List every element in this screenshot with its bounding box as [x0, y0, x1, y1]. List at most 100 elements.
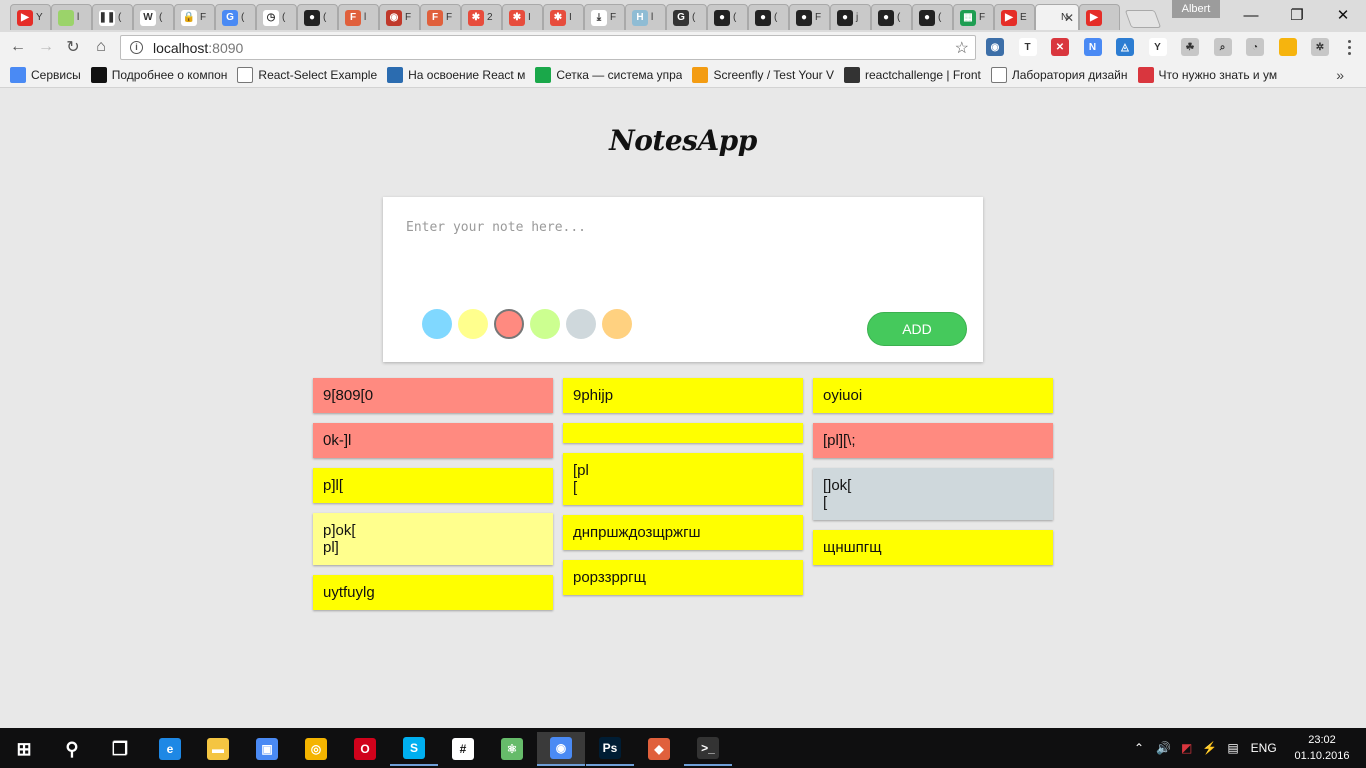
taskbar-app[interactable]: ⊞	[0, 732, 48, 766]
browser-tab[interactable]: FF	[420, 4, 461, 30]
bookmark-item[interactable]: Screenfly / Test Your V	[692, 65, 834, 85]
network-icon[interactable]: ⚡	[1202, 741, 1217, 755]
taskbar-app[interactable]: >_	[684, 732, 732, 766]
note-card[interactable]: рорззрргщ	[563, 560, 803, 595]
taskbar-app[interactable]: ⚲	[48, 732, 96, 766]
bookmark-item[interactable]: reactchallenge | Front	[844, 65, 981, 85]
browser-tab[interactable]: Hl	[625, 4, 666, 30]
browser-tab[interactable]: ❚❚(	[92, 4, 133, 30]
browser-tab[interactable]: ✱ I	[543, 4, 584, 30]
vpn-icon[interactable]: ◬	[1116, 38, 1134, 56]
back-icon[interactable]: ←	[7, 36, 29, 58]
close-window-button[interactable]: ✕	[1320, 0, 1366, 30]
taskbar-app[interactable]: e	[146, 732, 194, 766]
note-card[interactable]: oyiuoi	[813, 378, 1053, 413]
note-card[interactable]: 9[809[0	[313, 378, 553, 413]
browser-tab[interactable]: ●(	[748, 4, 789, 30]
taskbar-app[interactable]: ❐	[96, 732, 144, 766]
browser-menu-icon[interactable]	[1340, 38, 1358, 56]
bookmark-item[interactable]: Лаборатория дизайн	[990, 65, 1128, 85]
browser-tab[interactable]: ⤓ F	[584, 4, 625, 30]
bookmark-item[interactable]: Подробнее о компон	[90, 65, 227, 85]
browser-tab[interactable]: ▶	[1079, 4, 1120, 30]
browser-tab[interactable]: Fl	[338, 4, 379, 30]
taskbar-app[interactable]: ▣	[243, 732, 291, 766]
browser-tab[interactable]: G(	[666, 4, 707, 30]
t-icon[interactable]: T	[1018, 38, 1037, 56]
browser-tab[interactable]: G(	[215, 4, 256, 30]
browser-tab[interactable]: W(	[133, 4, 174, 30]
browser-tab[interactable]: ✱ 2	[461, 4, 502, 30]
volume-icon[interactable]: 🔊	[1156, 741, 1171, 755]
antivirus-icon[interactable]: ◩	[1181, 741, 1192, 755]
bookmark-item[interactable]: Сетка — система упра	[535, 65, 682, 85]
browser-tab[interactable]: ▦ F	[953, 4, 994, 30]
note-card[interactable]: [pl [	[563, 453, 803, 505]
address-bar[interactable]: i localhost:8090 ☆	[120, 35, 976, 60]
new-ext-icon[interactable]: N	[1083, 38, 1102, 56]
more-bookmarks-icon[interactable]: »	[1336, 67, 1344, 83]
note-card[interactable]: 9phijp	[563, 378, 803, 413]
reload-icon[interactable]: ↻	[62, 36, 84, 58]
adblock-icon[interactable]: ✕	[1051, 38, 1069, 56]
note-card[interactable]: uytfuylg	[313, 575, 553, 610]
taskbar-app[interactable]: Ps	[586, 732, 634, 766]
color-swatch[interactable]	[458, 309, 488, 339]
taskbar-app[interactable]: ⚛	[488, 732, 536, 766]
y-icon[interactable]: Y	[1148, 38, 1167, 56]
bookmark-star-icon[interactable]: ☆	[955, 38, 969, 58]
color-swatch[interactable]	[422, 309, 452, 339]
url-text[interactable]: localhost:8090	[153, 40, 243, 56]
gear-ext-icon[interactable]: ✲	[1311, 38, 1329, 56]
close-tab-icon[interactable]: ✕	[1064, 11, 1074, 25]
bookmark-item[interactable]: На освоение React м	[387, 65, 525, 85]
browser-tab[interactable]: ● j	[830, 4, 871, 30]
bookmark-item[interactable]: React-Select Example	[237, 65, 377, 85]
note-card[interactable]	[563, 423, 803, 443]
minimize-button[interactable]: —	[1228, 0, 1274, 30]
browser-tab[interactable]: ▶ E	[994, 4, 1035, 30]
browser-tab[interactable]: N ✕	[1035, 4, 1079, 30]
taskbar-app[interactable]: O	[341, 732, 389, 766]
globe-icon[interactable]: ◉	[986, 38, 1004, 56]
tray-overflow-icon[interactable]: ⌃	[1134, 741, 1144, 755]
clock[interactable]: 23:02 01.10.2016	[1292, 732, 1352, 764]
note-card[interactable]: 0k-]l	[313, 423, 553, 458]
taskbar-app[interactable]: ◎	[292, 732, 340, 766]
notifications-icon[interactable]: ▤	[1227, 741, 1238, 755]
browser-tab[interactable]: ●(	[912, 4, 953, 30]
zoom-icon[interactable]: ⌕	[1213, 38, 1232, 56]
color-swatch[interactable]	[530, 309, 560, 339]
forward-icon[interactable]: →	[35, 36, 57, 58]
info-icon[interactable]: i	[130, 41, 143, 54]
bookmark-item[interactable]: Сервисы	[10, 65, 81, 85]
color-swatch[interactable]	[566, 309, 596, 339]
browser-tab[interactable]: ▶ Y	[10, 4, 51, 30]
browser-tab[interactable]: ◷(	[256, 4, 297, 30]
color-swatch[interactable]	[602, 309, 632, 339]
speed-icon[interactable]: ◔	[1246, 38, 1264, 56]
browser-tab[interactable]: ✱ I	[502, 4, 543, 30]
browser-tab[interactable]: ● F	[789, 4, 830, 30]
home-icon[interactable]: ⌂	[90, 36, 112, 58]
taskbar-app[interactable]: ◉	[537, 732, 585, 766]
profile-button[interactable]: Albert	[1172, 0, 1220, 18]
browser-tab[interactable]: ●(	[871, 4, 912, 30]
taskbar-app[interactable]: #	[439, 732, 487, 766]
bookmark-item[interactable]: Что нужно знать и ум	[1137, 65, 1277, 85]
browser-tab[interactable]: ●(	[707, 4, 748, 30]
add-button[interactable]: ADD	[867, 312, 967, 346]
flag-icon[interactable]	[1278, 38, 1297, 56]
browser-tab[interactable]: 🔒 F	[174, 4, 215, 30]
new-tab-button[interactable]	[1124, 10, 1162, 28]
taskbar-app[interactable]: ▬	[194, 732, 242, 766]
note-card[interactable]: p]ok[ pl]	[313, 513, 553, 565]
taskbar-app[interactable]: S	[390, 732, 438, 766]
note-card[interactable]: p]l[	[313, 468, 553, 503]
taskbar-app[interactable]: ◆	[635, 732, 683, 766]
note-input[interactable]	[397, 211, 969, 281]
note-card[interactable]: щншпгщ	[813, 530, 1053, 565]
color-swatch[interactable]	[494, 309, 524, 339]
note-card[interactable]: [pl][\;	[813, 423, 1053, 458]
note-card[interactable]: днпршждозщржгш	[563, 515, 803, 550]
